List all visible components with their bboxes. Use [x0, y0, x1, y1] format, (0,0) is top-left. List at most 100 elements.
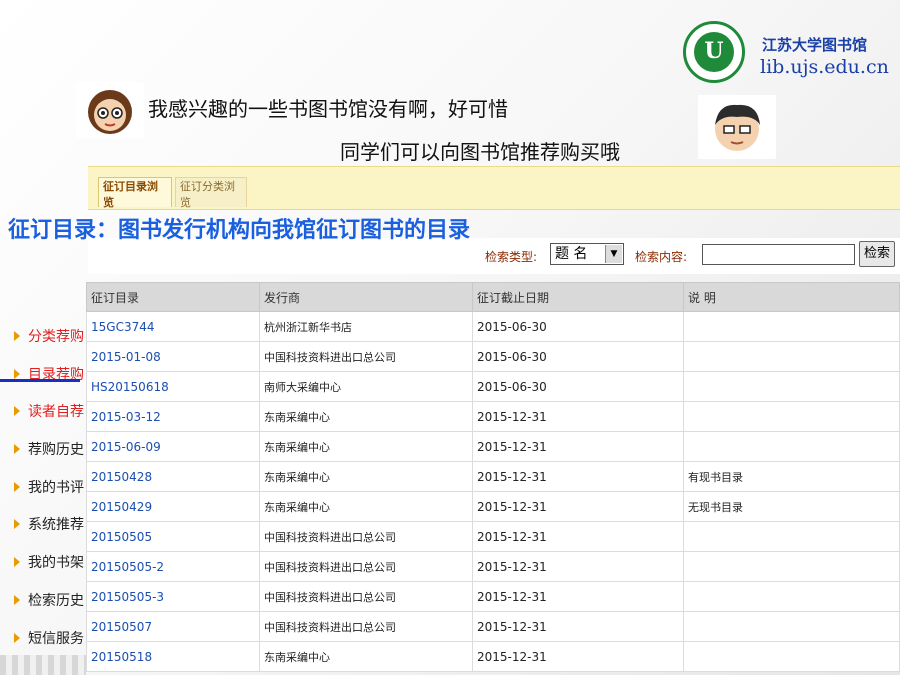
publisher-cell: 东南采编中心 — [259, 641, 473, 672]
triangle-bullet-icon — [14, 594, 20, 605]
sidebar-item[interactable]: 读者自荐 — [0, 393, 86, 431]
column-header-publisher: 发行商 — [259, 282, 473, 312]
table-row: 2015-03-12 东南采编中心 2015-12-31 — [86, 401, 900, 432]
publisher-cell: 中国科技资料进出口总公司 — [259, 551, 473, 582]
deadline-cell: 2015-06-30 — [472, 371, 684, 402]
library-url: lib.ujs.edu.cn — [760, 56, 889, 78]
table-row: 20150429 东南采编中心 2015-12-31 无现书目录 — [86, 491, 900, 522]
sidebar-item[interactable]: 荐购历史 — [0, 431, 86, 469]
deadline-cell: 2015-12-31 — [472, 431, 684, 462]
publisher-cell: 东南采编中心 — [259, 431, 473, 462]
publisher-cell: 中国科技资料进出口总公司 — [259, 341, 473, 372]
catalog-link[interactable]: 20150507 — [86, 611, 260, 642]
notes-cell — [683, 611, 900, 642]
sidebar: 分类荐购目录荐购 读者自荐荐购历史我的书评系统推荐我的书架检索历史短信服务 — [0, 318, 86, 657]
table-row: HS20150618 南师大采编中心 2015-06-30 — [86, 371, 900, 402]
column-header-deadline: 征订截止日期 — [472, 282, 684, 312]
triangle-bullet-icon — [14, 406, 20, 417]
deadline-cell: 2015-12-31 — [472, 461, 684, 492]
table-row: 15GC3744 杭州浙江新华书店 2015-06-30 — [86, 311, 900, 342]
deadline-cell: 2015-12-31 — [472, 551, 684, 582]
deadline-cell: 2015-12-31 — [472, 581, 684, 612]
triangle-bullet-icon — [14, 331, 20, 341]
sidebar-item[interactable]: 分类荐购 — [0, 318, 86, 356]
dropdown-arrow-icon[interactable]: ▼ — [605, 245, 622, 263]
catalog-link[interactable]: 2015-03-12 — [86, 401, 260, 432]
notes-cell — [683, 581, 900, 612]
deadline-cell: 2015-06-30 — [472, 341, 684, 372]
active-item-underline — [0, 379, 80, 382]
catalog-link[interactable]: 15GC3744 — [86, 311, 260, 342]
sidebar-item-label: 我的书评 — [28, 479, 84, 496]
sidebar-item-label: 检索历史 — [28, 592, 84, 609]
deadline-cell: 2015-12-31 — [472, 401, 684, 432]
catalog-link[interactable]: 20150505-3 — [86, 581, 260, 612]
deadline-cell: 2015-12-31 — [472, 491, 684, 522]
catalog-link[interactable]: 2015-06-09 — [86, 431, 260, 462]
catalog-link[interactable]: 20150428 — [86, 461, 260, 492]
search-button[interactable]: 检索 — [859, 241, 895, 267]
publisher-cell: 南师大采编中心 — [259, 371, 473, 402]
catalog-link[interactable]: 20150429 — [86, 491, 260, 522]
notes-cell — [683, 401, 900, 432]
sidebar-item[interactable]: 系统推荐 — [0, 506, 86, 544]
triangle-bullet-icon — [14, 557, 20, 568]
notes-cell — [683, 521, 900, 552]
sidebar-item[interactable]: 我的书评 — [0, 469, 86, 507]
sidebar-item-label: 短信服务 — [28, 630, 84, 647]
table-row: 20150428 东南采编中心 2015-12-31 有现书目录 — [86, 461, 900, 492]
catalog-link[interactable]: 20150518 — [86, 641, 260, 672]
notes-cell — [683, 371, 900, 402]
table-row: 20150505-2 中国科技资料进出口总公司 2015-12-31 — [86, 551, 900, 582]
boy-avatar-icon — [698, 95, 776, 159]
search-type-value: 题 名 — [555, 246, 588, 262]
sidebar-fade — [0, 655, 86, 675]
search-content-label: 检索内容: — [635, 250, 688, 264]
notes-cell: 无现书目录 — [683, 491, 900, 522]
sidebar-item[interactable]: 我的书架 — [0, 544, 86, 582]
sidebar-item-label: 系统推荐 — [28, 517, 84, 534]
sidebar-item[interactable]: 检索历史 — [0, 582, 86, 620]
deadline-cell: 2015-12-31 — [472, 641, 684, 672]
publisher-cell: 中国科技资料进出口总公司 — [259, 581, 473, 612]
sidebar-item[interactable]: 短信服务 — [0, 620, 86, 658]
girl-avatar-icon — [76, 82, 144, 138]
sidebar-item-label: 我的书架 — [28, 555, 84, 572]
table-row: 20150505 中国科技资料进出口总公司 2015-12-31 — [86, 521, 900, 552]
deadline-cell: 2015-12-31 — [472, 521, 684, 552]
catalog-link[interactable]: HS20150618 — [86, 371, 260, 402]
sidebar-item[interactable]: 目录荐购 — [0, 356, 86, 394]
triangle-bullet-icon — [14, 368, 20, 379]
triangle-bullet-icon — [14, 481, 20, 492]
table-row: 2015-01-08 中国科技资料进出口总公司 2015-06-30 — [86, 341, 900, 372]
table-row: 2015-06-09 东南采编中心 2015-12-31 — [86, 431, 900, 462]
catalog-link[interactable]: 20150505 — [86, 521, 260, 552]
publisher-cell: 杭州浙江新华书店 — [259, 311, 473, 342]
catalog-link[interactable]: 20150505-2 — [86, 551, 260, 582]
university-logo-icon: U — [683, 21, 745, 83]
table-row: 20150518 东南采编中心 2015-12-31 — [86, 641, 900, 672]
publisher-cell: 东南采编中心 — [259, 401, 473, 432]
notes-cell — [683, 641, 900, 672]
notes-cell — [683, 341, 900, 372]
publisher-cell: 中国科技资料进出口总公司 — [259, 611, 473, 642]
deadline-cell: 2015-12-31 — [472, 611, 684, 642]
triangle-bullet-icon — [14, 632, 20, 643]
speech-line-2: 同学们可以向图书馆推荐购买哦 — [340, 140, 620, 164]
notes-cell — [683, 431, 900, 462]
deadline-cell: 2015-06-30 — [472, 311, 684, 342]
notes-cell: 有现书目录 — [683, 461, 900, 492]
sidebar-item-label: 分类荐购 — [28, 329, 84, 345]
triangle-bullet-icon — [14, 519, 20, 530]
tab-category-browse[interactable]: 征订分类浏览 — [175, 177, 247, 209]
sidebar-item-label: 荐购历史 — [28, 442, 84, 459]
search-type-select[interactable]: 题 名 ▼ — [550, 243, 624, 265]
table-header-row: 征订目录 发行商 征订截止日期 说 明 — [86, 282, 900, 312]
library-name: 江苏大学图书馆 — [762, 36, 868, 54]
speech-line-1: 我感兴趣的一些书图书馆没有啊，好可惜 — [148, 97, 508, 121]
search-input[interactable] — [702, 244, 855, 265]
notes-cell — [683, 551, 900, 582]
tab-catalog-browse[interactable]: 征订目录浏览 — [98, 177, 172, 209]
tab-bar: 征订目录浏览 征订分类浏览 — [88, 166, 900, 210]
catalog-link[interactable]: 2015-01-08 — [86, 341, 260, 372]
